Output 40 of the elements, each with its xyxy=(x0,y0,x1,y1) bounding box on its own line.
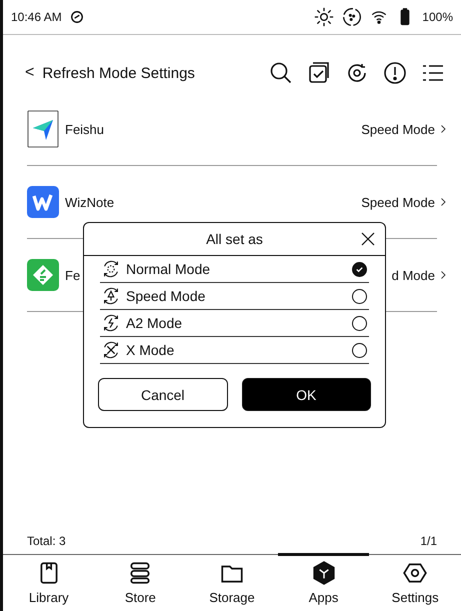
nav-tab[interactable]: Settings xyxy=(369,553,461,611)
dialog-title: All set as xyxy=(206,231,263,247)
feedly-logo-icon xyxy=(27,259,59,291)
back-button[interactable]: < xyxy=(25,64,34,82)
close-icon xyxy=(359,230,377,248)
refresh-icon xyxy=(345,61,369,85)
mode-option[interactable]: Normal Mode xyxy=(100,256,369,283)
radio-button[interactable] xyxy=(352,288,367,304)
hexagon-icon xyxy=(310,560,337,586)
radio-button[interactable] xyxy=(352,342,367,358)
brightness-icon xyxy=(314,7,334,27)
mode-option[interactable]: A2 Mode xyxy=(100,310,369,337)
nav-tab[interactable]: Store xyxy=(94,553,186,611)
nav-tab[interactable]: Library xyxy=(3,553,95,611)
mode-option[interactable]: Speed Mode xyxy=(100,283,369,310)
page-title: Refresh Mode Settings xyxy=(42,64,196,82)
mode-link[interactable]: Speed Mode xyxy=(361,122,435,136)
app-name: Fe xyxy=(65,268,80,282)
checklist-icon xyxy=(307,61,331,85)
nav-tab[interactable]: Apps xyxy=(278,553,370,611)
search-icon xyxy=(269,61,293,85)
battery-percent: 100% xyxy=(422,10,453,24)
status-time: 10:46 AM xyxy=(11,10,62,24)
check-icon xyxy=(355,264,364,274)
app-name: WizNote xyxy=(65,194,114,210)
mode-option[interactable]: X Mode xyxy=(100,337,369,364)
wiznote-logo-icon xyxy=(27,186,59,218)
paper-plane-icon xyxy=(27,110,59,148)
cancel-button[interactable]: Cancel xyxy=(98,378,228,411)
app-name: Feishu xyxy=(65,122,104,136)
total-count: Total: 3 xyxy=(27,534,66,548)
nav-tab[interactable]: Storage xyxy=(186,553,278,611)
refresh-dots-icon xyxy=(342,7,362,27)
page-indicator: 1/1 xyxy=(420,534,437,548)
mode-link[interactable]: Speed Mode xyxy=(361,194,435,210)
info-icon xyxy=(383,61,407,85)
mode-link[interactable]: d Mode xyxy=(392,268,435,282)
ok-button[interactable]: OK xyxy=(242,378,371,411)
radio-button[interactable] xyxy=(352,316,367,330)
radio-button[interactable] xyxy=(352,262,367,276)
